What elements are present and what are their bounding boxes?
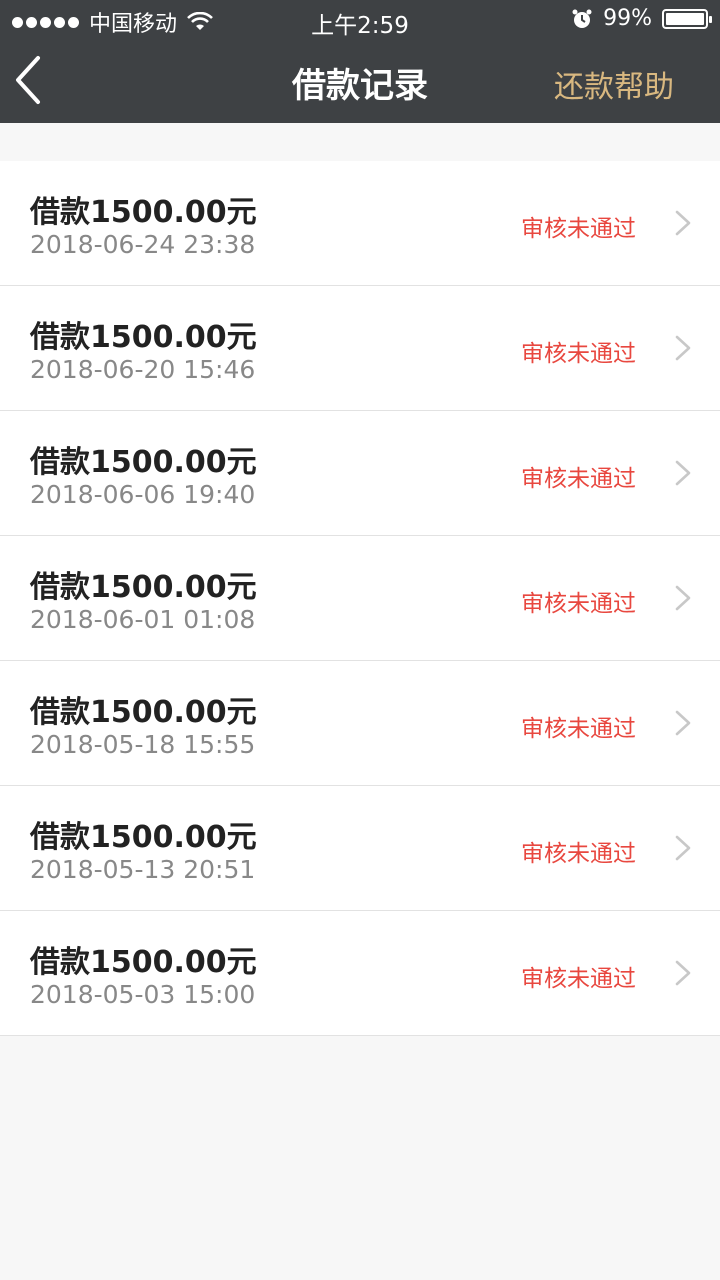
status-right: 99% <box>571 6 712 31</box>
battery-percent: 99% <box>603 6 652 31</box>
loan-amount: 借款1500.00元 <box>30 945 257 980</box>
loan-date: 2018-06-20 15:46 <box>30 355 256 384</box>
loan-record-list: 借款1500.00元 2018-06-24 23:38 审核未通过 借款1500… <box>0 161 720 1036</box>
battery-icon <box>662 8 712 29</box>
chevron-right-icon <box>675 835 691 861</box>
chevron-right-icon <box>675 210 691 236</box>
review-status: 审核未通过 <box>521 716 636 742</box>
status-bar: 中国移动 上午2:59 99% <box>0 0 720 40</box>
loan-amount: 借款1500.00元 <box>30 320 257 355</box>
chevron-right-icon <box>675 585 691 611</box>
top-bar: 中国移动 上午2:59 99% 借款记录 还款帮助 <box>0 0 720 123</box>
review-status: 审核未通过 <box>521 341 636 367</box>
loan-amount: 借款1500.00元 <box>30 570 257 605</box>
loan-date: 2018-06-06 19:40 <box>30 480 256 509</box>
loan-record-row[interactable]: 借款1500.00元 2018-05-13 20:51 审核未通过 <box>0 786 720 911</box>
repayment-help-button[interactable]: 还款帮助 <box>554 62 674 106</box>
back-arrow-icon[interactable] <box>10 50 50 110</box>
review-status: 审核未通过 <box>521 966 636 992</box>
loan-date: 2018-06-24 23:38 <box>30 230 256 259</box>
loan-amount: 借款1500.00元 <box>30 820 257 855</box>
loan-date: 2018-05-13 20:51 <box>30 855 256 884</box>
review-status: 审核未通过 <box>521 466 636 492</box>
loan-record-row[interactable]: 借款1500.00元 2018-06-20 15:46 审核未通过 <box>0 286 720 411</box>
loan-date: 2018-05-18 15:55 <box>30 730 256 759</box>
chevron-right-icon <box>675 460 691 486</box>
loan-amount: 借款1500.00元 <box>30 195 257 230</box>
loan-amount: 借款1500.00元 <box>30 695 257 730</box>
chevron-right-icon <box>675 960 691 986</box>
loan-record-row[interactable]: 借款1500.00元 2018-06-24 23:38 审核未通过 <box>0 161 720 286</box>
loan-record-row[interactable]: 借款1500.00元 2018-06-01 01:08 审核未通过 <box>0 536 720 661</box>
review-status: 审核未通过 <box>521 216 636 242</box>
review-status: 审核未通过 <box>521 591 636 617</box>
nav-bar: 借款记录 还款帮助 <box>0 40 720 123</box>
loan-date: 2018-05-03 15:00 <box>30 980 256 1009</box>
alarm-icon <box>572 9 592 28</box>
loan-amount: 借款1500.00元 <box>30 445 257 480</box>
loan-date: 2018-06-01 01:08 <box>30 605 256 634</box>
chevron-right-icon <box>675 710 691 736</box>
loan-record-row[interactable]: 借款1500.00元 2018-06-06 19:40 审核未通过 <box>0 411 720 536</box>
loan-record-row[interactable]: 借款1500.00元 2018-05-03 15:00 审核未通过 <box>0 911 720 1036</box>
chevron-right-icon <box>675 335 691 361</box>
loan-record-row[interactable]: 借款1500.00元 2018-05-18 15:55 审核未通过 <box>0 661 720 786</box>
battery-fill <box>666 12 704 25</box>
review-status: 审核未通过 <box>521 841 636 867</box>
